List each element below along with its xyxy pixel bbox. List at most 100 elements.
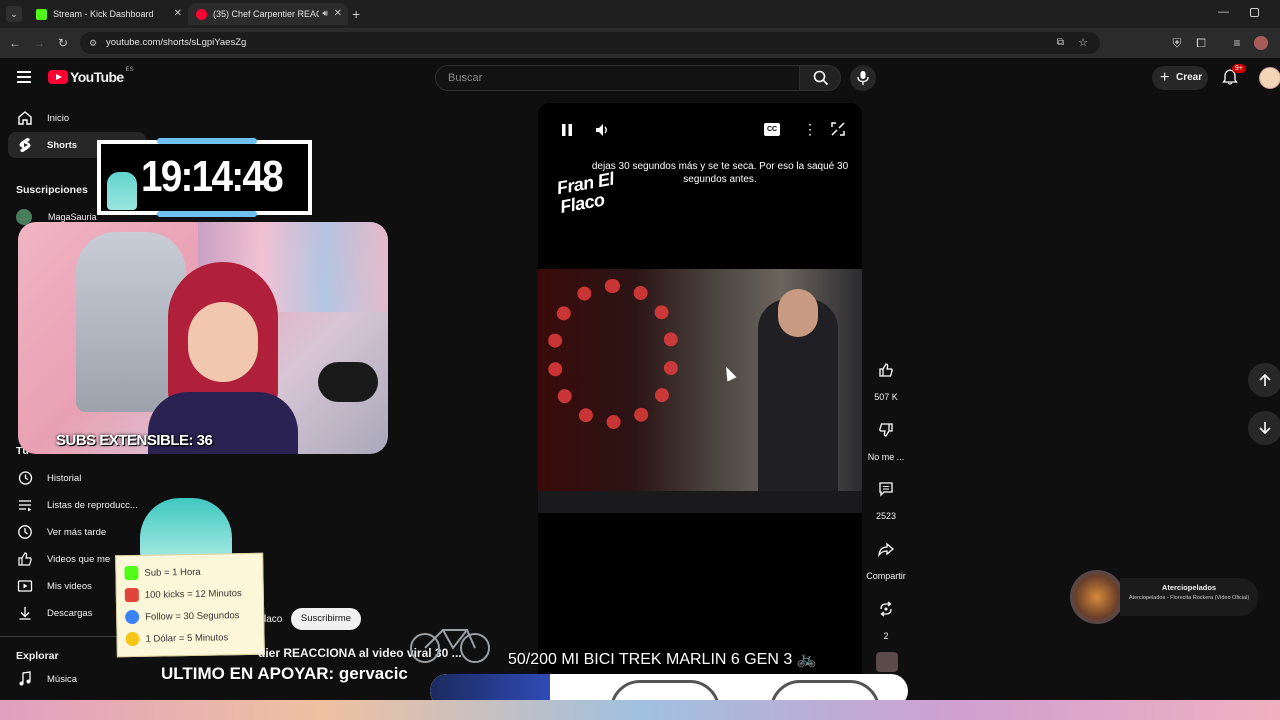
arrow-down-icon [1259,422,1271,435]
reload-button[interactable]: ↻ [54,34,72,52]
search-input[interactable]: Buscar [435,65,800,91]
comments-circle [868,471,904,507]
subscribe-button[interactable]: Suscribirme [291,608,361,630]
rule-text: Follow = 30 Segundos [145,609,240,623]
rule-item: 1 Dólar = 5 Minutos [125,630,228,647]
comments-button[interactable]: 2523 [862,471,910,521]
fullscreen-icon [831,122,845,136]
next-short-button[interactable] [1248,411,1280,445]
pause-button[interactable] [560,123,574,137]
download-icon [19,607,31,620]
close-tab-icon[interactable]: ✕ [334,8,342,19]
comment-icon [879,482,893,497]
fullscreen-button[interactable] [831,122,845,141]
youtube-header: YouTube ES Buscar + Crear 9+ [0,58,1280,98]
like-button[interactable]: 507 K [862,352,910,402]
minimize-button[interactable]: — [1218,6,1229,18]
install-app-icon[interactable]: ⧉ [1057,32,1064,54]
close-tab-icon[interactable]: ✕ [174,8,182,19]
like-circle [868,352,904,388]
url-bar[interactable]: ⚙︎ youtube.com/shorts/sLgpiYaesZg ⧉ ☆ [80,32,1100,54]
create-button[interactable]: + Crear [1152,66,1208,90]
timer-accent-bar [157,138,257,144]
forward-button[interactable]: → [30,34,48,52]
share-icon [878,542,894,557]
share-label: Compartir [866,571,906,581]
sub-rules-card: Sub = 1 Hora 100 kicks = 12 Minutos Foll… [115,552,265,658]
remix-icon [880,601,892,617]
search-button[interactable] [799,65,841,91]
sidebar-item-label: Listas de reproducc... [47,499,138,511]
volume-button[interactable] [594,122,610,143]
audio-playing-icon[interactable]: 🔊︎ [322,8,328,19]
plus-icon: + [1160,69,1170,86]
share-button[interactable]: Compartir [862,531,910,581]
subscriptions-heading: Suscripciones [16,184,88,196]
logo-text: YouTube [70,69,124,85]
youtube-logo[interactable]: YouTube ES [48,67,134,85]
dislike-circle [868,412,904,448]
song-info-box: Aterciopelados Aterciopelados - Florecit… [1120,578,1258,616]
sidebar-item-label: Mis videos [47,580,92,592]
site-info-icon[interactable]: ⚙︎ [89,32,97,54]
watch-later-icon [18,525,32,539]
album-art [1070,570,1124,624]
thumbs-down-icon [879,423,893,437]
bicycle-icon [405,618,495,664]
sound-thumbnail[interactable] [876,652,898,672]
captions-button[interactable]: CC [764,123,780,136]
new-tab-button[interactable]: + [352,6,360,22]
dislike-button[interactable]: No me ... [862,412,910,462]
sidebar-item-inicio[interactable]: Inicio [0,105,150,131]
stream-bottom-strip [0,700,1280,720]
streamer [148,262,298,454]
share-circle [868,531,904,567]
explore-heading: Explorar [16,650,59,662]
sidebar-item-musica[interactable]: Música [0,666,150,692]
counter [538,491,862,513]
more-options-icon[interactable]: ⋮ [803,122,817,136]
shorts-player[interactable]: CC ⋮ Fran El Flaco dejas 30 segundos más… [538,103,862,703]
sidebar-item-ver-mas-tarde[interactable]: Ver más tarde [0,519,150,545]
tab-youtube-shorts[interactable]: (35) Chef Carpentier REACCI 🔊︎ ✕ [188,3,348,25]
channel-name-fragment: laco [264,614,283,625]
remix-count: 2 [883,631,889,641]
create-label: Crear [1176,72,1203,83]
rule-text: Sub = 1 Hora [144,566,201,579]
tab-search-button[interactable]: ⌄ [6,6,22,22]
song-title: Aterciopelados - Florecita Rockera (Vide… [1128,595,1250,601]
remix-button[interactable]: 2 [862,591,910,641]
kick-icon [124,565,139,581]
extensions-icon[interactable]: ⧠ [1192,34,1210,52]
voice-search-button[interactable] [850,65,876,91]
webcam-feed [18,222,388,454]
bookmark-star-icon[interactable]: ☆ [1078,32,1088,54]
maximize-button[interactable] [1250,8,1259,17]
rule-item: Follow = 30 Segundos [125,608,240,625]
shorts-icon [19,138,31,152]
music-icon [19,671,31,686]
previous-short-button[interactable] [1248,363,1280,397]
mascot-image [140,498,232,562]
kick-shoe-icon [124,587,139,603]
sidebar-item-label: Historial [47,472,82,484]
url-text: youtube.com/shorts/sLgpiYaesZg [106,37,247,48]
account-avatar[interactable] [1259,67,1280,89]
menu-icon[interactable] [17,71,31,83]
sidebar-item-listas[interactable]: Listas de reproducc... [0,492,150,518]
home-icon [18,111,32,125]
sidebar-item-label: Ver más tarde [47,526,107,538]
tab-kick-dashboard[interactable]: Stream - Kick Dashboard ✕ [28,3,188,25]
profile-avatar[interactable] [1254,36,1268,50]
coin-icon [125,631,140,647]
sidebar-item-historial[interactable]: Historial [0,465,150,491]
notification-badge: 9+ [1232,64,1246,73]
media-control-icon[interactable]: ≡ [1228,34,1246,52]
youtube-favicon-icon [196,8,207,20]
subs-counter: SUBS EXTENSIBLE: 36 [56,432,213,449]
sidebar-item-label: Música [47,673,78,685]
extension-shield-icon[interactable]: ⛨ [1168,34,1186,52]
back-button[interactable]: ← [6,34,24,52]
notifications-button[interactable]: 9+ [1222,64,1246,87]
tab-title: (35) Chef Carpentier REACCI [213,9,319,19]
